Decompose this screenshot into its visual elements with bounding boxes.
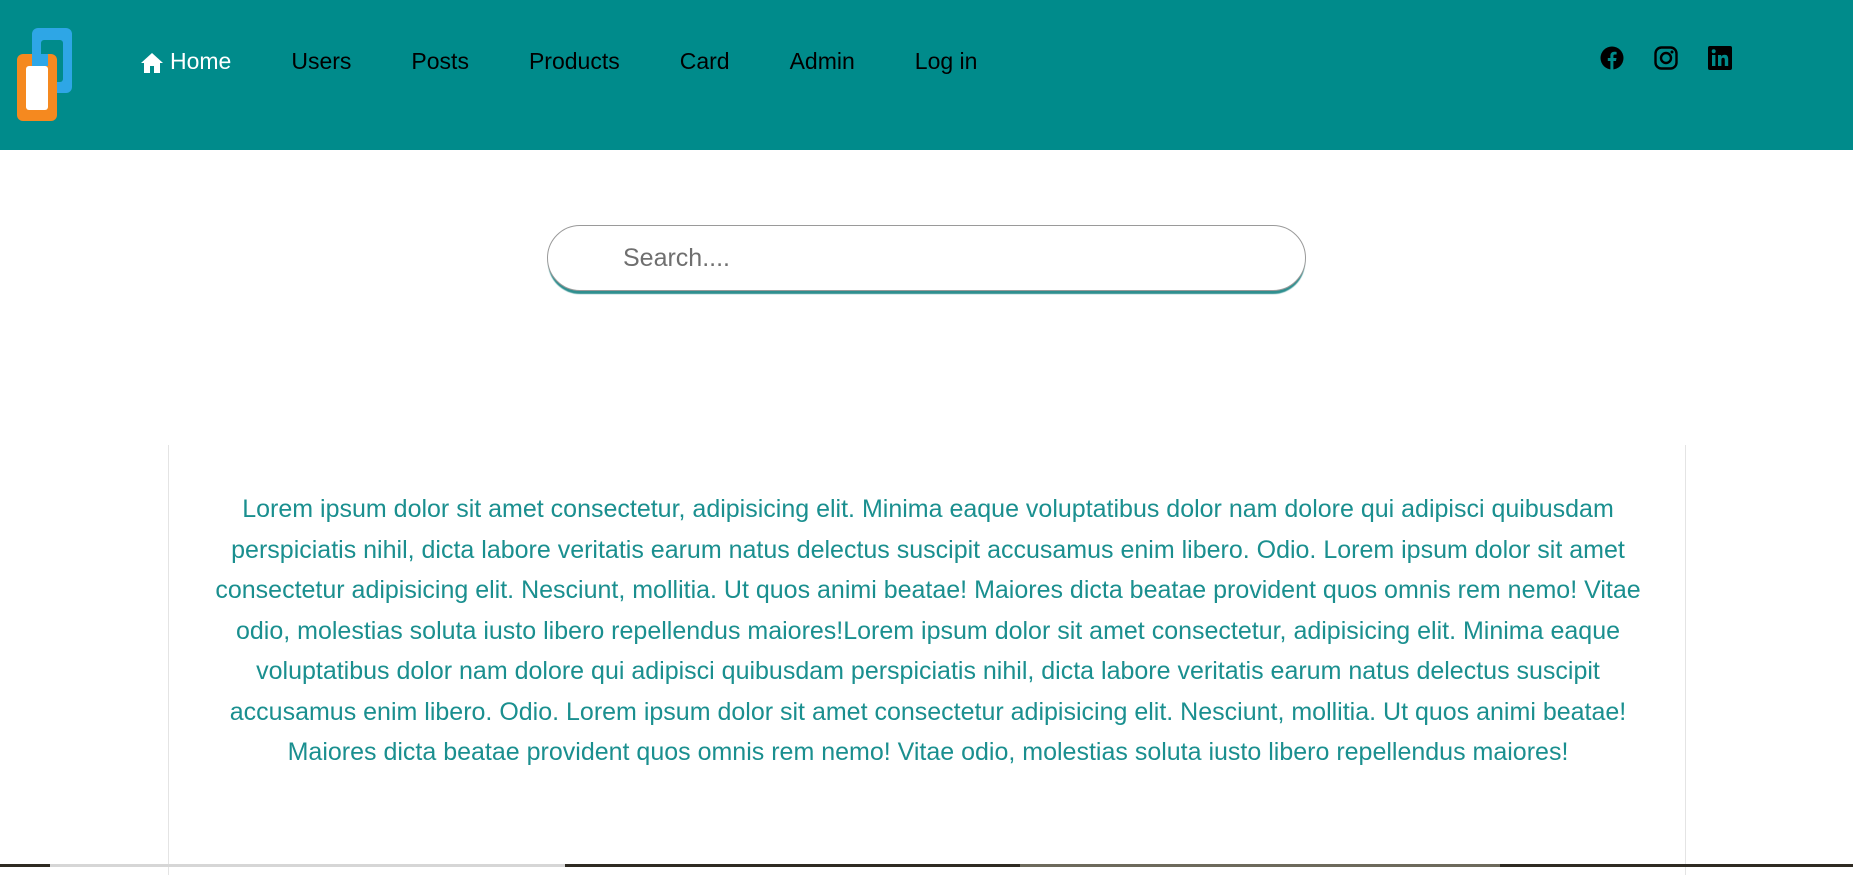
search-bar [547, 225, 1306, 291]
nav-login[interactable]: Log in [915, 48, 978, 75]
main-nav: Home Users Posts Products Card Admin Log… [140, 48, 1037, 75]
linkedin-icon[interactable] [1708, 46, 1732, 70]
nav-products[interactable]: Products [529, 48, 620, 75]
nav-users[interactable]: Users [291, 48, 351, 75]
instagram-icon[interactable] [1654, 46, 1678, 70]
content-card: Lorem ipsum dolor sit amet consectetur, … [168, 445, 1686, 875]
nav-card[interactable]: Card [680, 48, 730, 75]
home-icon [140, 52, 164, 74]
nav-posts[interactable]: Posts [411, 48, 469, 75]
nav-admin[interactable]: Admin [790, 48, 855, 75]
search-input[interactable] [623, 226, 1283, 290]
facebook-icon[interactable] [1600, 46, 1624, 70]
navbar: Home Users Posts Products Card Admin Log… [0, 0, 1853, 150]
logo-icon[interactable] [15, 26, 75, 124]
nav-home[interactable]: Home [140, 48, 231, 75]
social-links [1600, 46, 1762, 70]
nav-home-label: Home [170, 48, 232, 74]
content-paragraph: Lorem ipsum dolor sit amet consectetur, … [215, 495, 1641, 766]
